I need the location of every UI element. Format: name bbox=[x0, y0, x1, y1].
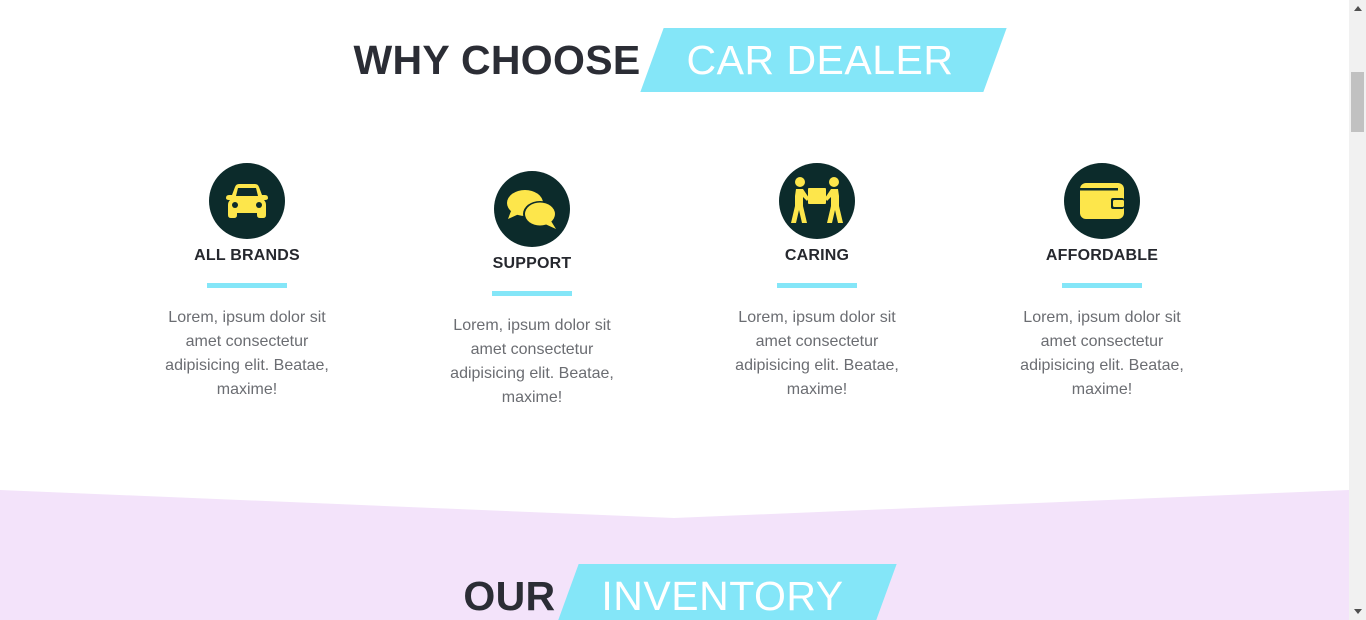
inventory-title-dark: OUR bbox=[463, 572, 556, 619]
feature-description: Lorem, ipsum dolor sit amet consectetur … bbox=[735, 309, 899, 398]
feature-title: CARING bbox=[784, 247, 850, 264]
feature-description: Lorem, ipsum dolor sit amet consectetur … bbox=[165, 309, 329, 398]
vertical-scrollbar[interactable] bbox=[1349, 0, 1366, 620]
feature-title: SUPPORT bbox=[492, 255, 572, 272]
feature-title: ALL BRANDS bbox=[194, 247, 300, 264]
car-icon bbox=[209, 163, 285, 239]
feature-underline bbox=[207, 283, 287, 288]
page: WHY CHOOSE CAR DEALER ALL BRANDS Lorem, … bbox=[0, 0, 1349, 620]
feature-description: Lorem, ipsum dolor sit amet consectetur … bbox=[450, 317, 614, 406]
why-title-light: CAR DEALER bbox=[686, 36, 954, 83]
feature-underline bbox=[777, 283, 857, 288]
inventory-title-highlight: INVENTORY bbox=[567, 564, 885, 620]
scroll-down-arrow-icon[interactable] bbox=[1349, 603, 1366, 620]
people-carrying-box-icon bbox=[779, 163, 855, 239]
why-choose-heading: WHY CHOOSE CAR DEALER bbox=[0, 28, 1349, 92]
feature-underline bbox=[1062, 283, 1142, 288]
inventory-heading: OUR INVENTORY bbox=[0, 564, 1349, 620]
chat-bubbles-icon bbox=[494, 171, 570, 247]
feature-title: AFFORDABLE bbox=[1045, 247, 1159, 264]
feature-underline bbox=[492, 291, 572, 296]
why-title-dark: WHY CHOOSE bbox=[353, 36, 641, 83]
feature-all-brands: ALL BRANDS Lorem, ipsum dolor sit amet c… bbox=[147, 163, 347, 402]
feature-caring: CARING Lorem, ipsum dolor sit amet conse… bbox=[717, 163, 917, 402]
scroll-up-arrow-icon[interactable] bbox=[1349, 0, 1366, 17]
feature-affordable: AFFORDABLE Lorem, ipsum dolor sit amet c… bbox=[1002, 163, 1202, 402]
why-title-highlight: CAR DEALER bbox=[652, 28, 995, 92]
feature-description: Lorem, ipsum dolor sit amet consectetur … bbox=[1020, 309, 1184, 398]
inventory-title-light: INVENTORY bbox=[601, 572, 844, 619]
feature-support: SUPPORT Lorem, ipsum dolor sit amet cons… bbox=[432, 171, 632, 410]
scrollbar-thumb[interactable] bbox=[1351, 72, 1364, 132]
wallet-icon bbox=[1064, 163, 1140, 239]
